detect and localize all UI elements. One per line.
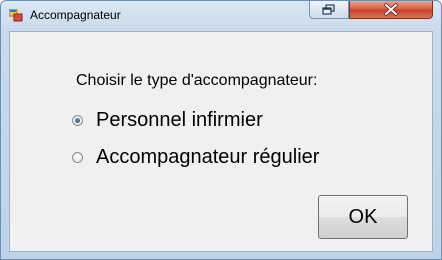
option-label: Personnel infirmier: [96, 109, 263, 131]
prompt-label: Choisir le type d'accompagnateur:: [76, 72, 318, 89]
window-title: Accompagnateur: [30, 8, 121, 22]
dialog-window: Accompagnateur Choisir le type d'accompa…: [0, 0, 442, 260]
title-bar[interactable]: Accompagnateur: [1, 1, 441, 31]
ok-button[interactable]: OK: [318, 195, 408, 239]
radio-button-selected[interactable]: [72, 115, 83, 126]
radio-button[interactable]: [72, 152, 83, 163]
restore-button[interactable]: [309, 1, 349, 19]
app-window-icon: [8, 8, 23, 22]
option-label: Accompagnateur régulier: [96, 146, 320, 168]
dialog-content: Choisir le type d'accompagnateur: Person…: [9, 31, 433, 252]
close-button[interactable]: [349, 1, 433, 19]
